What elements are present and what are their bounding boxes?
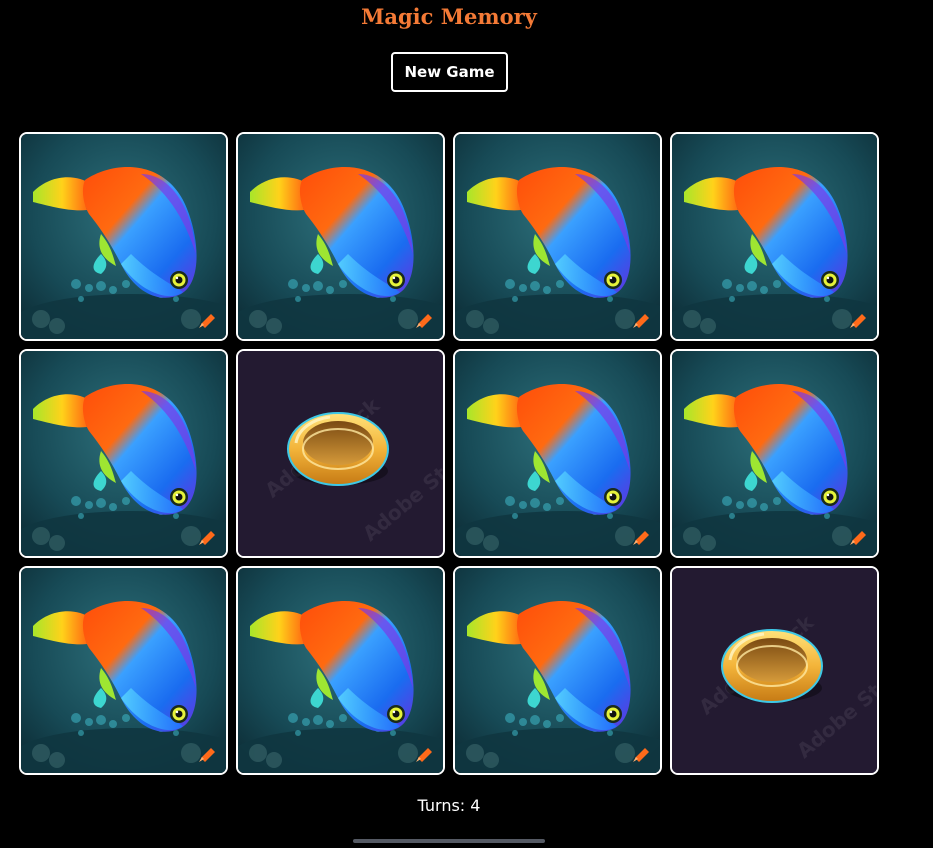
card-face-down[interactable]: [670, 349, 879, 558]
fish-card-back-image: [21, 134, 226, 339]
card-face-down[interactable]: [19, 349, 228, 558]
card-face-down[interactable]: [453, 566, 662, 775]
card-face-down[interactable]: [453, 349, 662, 558]
fish-card-back-image: [21, 568, 226, 773]
card-face-down[interactable]: [670, 132, 879, 341]
turns-counter: Turns: 4: [417, 796, 481, 815]
fish-card-back-image: [21, 351, 226, 556]
card-revealed[interactable]: Adobe Stock Adobe Stock: [236, 349, 445, 558]
fish-card-back-image: [238, 568, 443, 773]
fish-card-back-image: [455, 351, 660, 556]
card-grid: Adobe Stock Adobe Stock: [19, 132, 879, 775]
game-title: Magic Memory: [361, 4, 537, 29]
horizontal-scrollbar[interactable]: [353, 839, 545, 843]
fish-card-back-image: [238, 134, 443, 339]
card-face-down[interactable]: [453, 132, 662, 341]
new-game-button[interactable]: New Game: [391, 52, 508, 92]
card-face-down[interactable]: [19, 566, 228, 775]
gold-ring-image: Adobe Stock Adobe Stock: [238, 351, 443, 556]
fish-card-back-image: [672, 351, 877, 556]
gold-ring-image: Adobe Stock Adobe Stock: [672, 568, 877, 773]
card-face-down[interactable]: [236, 132, 445, 341]
fish-card-back-image: [672, 134, 877, 339]
fish-card-back-image: [455, 568, 660, 773]
card-revealed[interactable]: Adobe Stock Adobe Stock: [670, 566, 879, 775]
fish-card-back-image: [455, 134, 660, 339]
card-face-down[interactable]: [236, 566, 445, 775]
card-face-down[interactable]: [19, 132, 228, 341]
